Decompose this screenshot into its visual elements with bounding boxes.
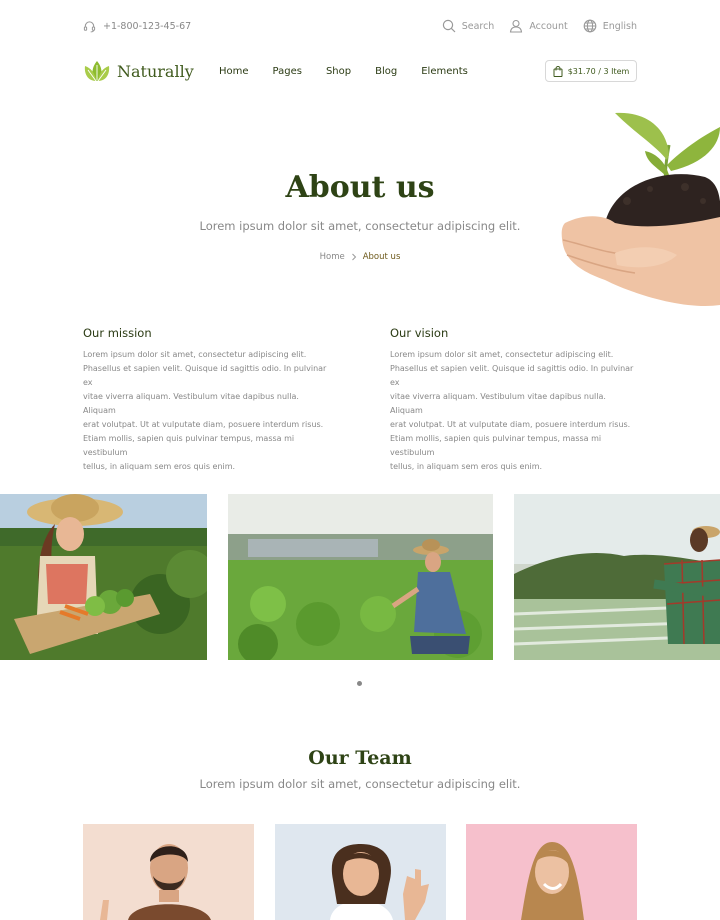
breadcrumb-home[interactable]: Home: [320, 252, 345, 262]
nav-elements[interactable]: Elements: [421, 66, 468, 77]
search-label: Search: [461, 20, 495, 32]
mission-line: tellus, in aliquam sem eros quis enim.: [83, 462, 236, 471]
mission-line: Lorem ipsum dolor sit amet, consectetur …: [83, 350, 307, 359]
nav-pages[interactable]: Pages: [273, 66, 302, 77]
cart-summary: $31.70 / 3 Item: [567, 66, 630, 76]
vision-title: Our vision: [390, 326, 449, 340]
breadcrumb-current: About us: [362, 252, 401, 262]
mission-title: Our mission: [83, 326, 152, 340]
vision-line: Phasellus et sapien velit. Quisque id sa…: [390, 364, 634, 387]
chevron-right-icon: [351, 253, 356, 261]
search-link[interactable]: Search: [442, 19, 495, 33]
mission-section: Our mission Lorem ipsum dolor sit amet, …: [83, 326, 333, 474]
seedling-in-hands-image: [561, 112, 720, 306]
language-label: English: [602, 20, 637, 32]
main-nav: Home Pages Shop Blog Elements: [219, 66, 492, 77]
top-bar: +1-800-123-45-67 Search Account English: [0, 0, 720, 54]
gallery-photo-farmer-vegetables[interactable]: [0, 494, 207, 660]
phone-contact[interactable]: +1-800-123-45-67: [83, 20, 191, 33]
team-title: Our Team: [308, 747, 412, 769]
vision-text: Lorem ipsum dolor sit amet, consectetur …: [390, 348, 640, 474]
main-header: Naturally Home Pages Shop Blog Elements …: [0, 54, 720, 94]
team-subtitle: Lorem ipsum dolor sit amet, consectetur …: [199, 777, 521, 791]
nav-home[interactable]: Home: [219, 66, 249, 77]
cart-button[interactable]: $31.70 / 3 Item: [545, 60, 637, 82]
vision-line: Etiam mollis, sapien quis pulvinar tempu…: [390, 434, 602, 457]
globe-icon: [583, 19, 597, 33]
site-logo[interactable]: Naturally: [83, 59, 194, 83]
mission-line: erat volutpat. Ut at vulputate diam, pos…: [83, 420, 324, 429]
mission-line: vitae viverra aliquam. Vestibulum vitae …: [83, 392, 299, 415]
search-icon: [442, 19, 456, 33]
leaf-logo-icon: [84, 61, 110, 82]
vision-line: Lorem ipsum dolor sit amet, consectetur …: [390, 350, 614, 359]
team-member-photo[interactable]: [466, 824, 637, 920]
team-member-photo[interactable]: [275, 824, 446, 920]
language-selector[interactable]: English: [583, 19, 637, 33]
carousel-dot[interactable]: [357, 681, 362, 686]
nav-blog[interactable]: Blog: [375, 66, 397, 77]
logo-text: Naturally: [117, 61, 194, 81]
mission-line: Phasellus et sapien velit. Quisque id sa…: [83, 364, 327, 387]
vision-line: tellus, in aliquam sem eros quis enim.: [390, 462, 543, 471]
team-member-photo[interactable]: [83, 824, 254, 920]
nav-shop[interactable]: Shop: [326, 66, 351, 77]
user-icon: [510, 19, 523, 33]
mission-text: Lorem ipsum dolor sit amet, consectetur …: [83, 348, 333, 474]
shopping-bag-icon: [553, 65, 563, 77]
gallery-photo-farmer-field[interactable]: [514, 494, 720, 660]
vision-line: vitae viverra aliquam. Vestibulum vitae …: [390, 392, 606, 415]
phone-number: +1-800-123-45-67: [103, 21, 192, 32]
account-link[interactable]: Account: [509, 19, 568, 33]
vision-line: erat volutpat. Ut at vulputate diam, pos…: [390, 420, 631, 429]
account-label: Account: [529, 20, 568, 32]
gallery-photo-farmer-crops[interactable]: [228, 494, 493, 660]
headset-icon: [83, 21, 96, 33]
vision-section: Our vision Lorem ipsum dolor sit amet, c…: [390, 326, 640, 474]
mission-line: Etiam mollis, sapien quis pulvinar tempu…: [83, 434, 295, 457]
